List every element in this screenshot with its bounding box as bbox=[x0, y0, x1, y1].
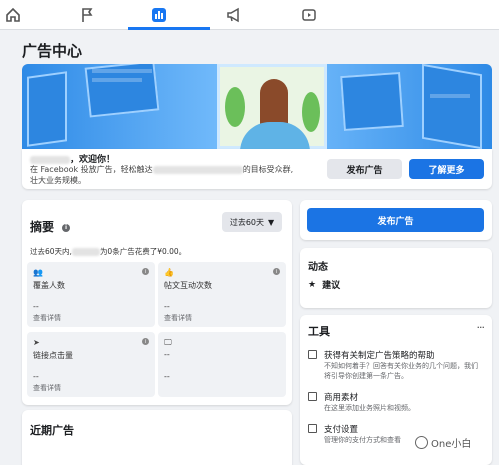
video-icon[interactable] bbox=[300, 6, 318, 24]
metric-value: -- bbox=[33, 372, 39, 381]
activity-title: 动态 bbox=[308, 262, 328, 273]
cursor-icon: ➤ bbox=[33, 338, 40, 347]
metric-label: 覆盖人数 bbox=[33, 281, 65, 290]
tool-desc: 不知如何着手？回答有关你业务的几个问题，我们将引导你创建第一条广告。 bbox=[324, 362, 478, 380]
watermark-logo-icon bbox=[415, 436, 428, 449]
info-icon[interactable]: i bbox=[273, 268, 280, 275]
recent-ads-card: 近期广告 bbox=[22, 410, 292, 465]
recent-ads-title: 近期广告 bbox=[30, 424, 74, 437]
summary-spend-text: 过去60天内, 为0条广告花费了¥0.00。 bbox=[30, 247, 187, 256]
suggestions-item[interactable]: ★ 建议 bbox=[308, 278, 340, 292]
metric-label: -- bbox=[164, 350, 170, 359]
more-options-icon[interactable]: ··· bbox=[477, 321, 485, 334]
metric-label: 帖文互动次数 bbox=[164, 281, 212, 290]
help-doc-icon bbox=[308, 350, 317, 359]
tool-name: 商用素材 bbox=[324, 393, 359, 403]
create-ad-card: 发布广告 bbox=[300, 200, 492, 240]
view-details-link[interactable]: 查看详情 bbox=[33, 383, 61, 393]
publish-ad-button[interactable]: 发布广告 bbox=[327, 159, 402, 179]
view-details-link[interactable]: 查看详情 bbox=[164, 313, 192, 323]
info-icon[interactable]: i bbox=[62, 223, 71, 232]
flag-icon[interactable] bbox=[78, 6, 96, 24]
metric-engagement: 👍 i 帖文互动次数 -- 查看详情 bbox=[158, 262, 286, 327]
view-details-link[interactable]: 查看详情 bbox=[33, 313, 61, 323]
metric-link-clicks: ➤ i 链接点击量 -- 查看详情 bbox=[27, 332, 155, 397]
tool-desc: 在这里添加业务照片和视频。 bbox=[324, 404, 415, 412]
monitor-icon: 🖵 bbox=[164, 338, 172, 347]
tools-title: 工具 bbox=[308, 325, 330, 338]
info-icon[interactable]: i bbox=[142, 338, 149, 345]
star-icon: ★ bbox=[308, 279, 317, 290]
summary-title: 摘要 i bbox=[30, 218, 71, 235]
watermark: One小白 bbox=[415, 435, 471, 450]
woman-illustration bbox=[217, 64, 327, 149]
welcome-text-line2: 壮大业务规模。 bbox=[30, 176, 86, 185]
active-tab-indicator bbox=[128, 27, 210, 30]
insights-icon[interactable] bbox=[150, 6, 168, 24]
learn-more-button[interactable]: 了解更多 bbox=[409, 159, 484, 179]
top-nav bbox=[0, 0, 499, 30]
home-icon[interactable] bbox=[4, 6, 22, 24]
media-icon bbox=[308, 392, 317, 401]
metric-value: -- bbox=[164, 302, 170, 311]
banner-illustration bbox=[22, 64, 492, 149]
metric-other: 🖵 -- -- bbox=[158, 332, 286, 397]
metric-value: -- bbox=[33, 302, 39, 311]
metric-label: 链接点击量 bbox=[33, 351, 73, 360]
date-range-dropdown[interactable]: 过去60天 ▼ bbox=[222, 212, 282, 232]
caret-down-icon: ▼ bbox=[268, 217, 275, 227]
card-icon bbox=[308, 424, 317, 433]
people-icon: 👥 bbox=[33, 268, 43, 277]
info-icon[interactable]: i bbox=[142, 268, 149, 275]
tool-name: 获得有关制定广告策略的帮助 bbox=[324, 351, 435, 361]
summary-card: 摘要 i 过去60天 ▼ 过去60天内, 为0条广告花费了¥0.00。 👥 i 覆盖人… bbox=[22, 200, 292, 405]
welcome-text: 在 Facebook 投放广告，轻松触达 的目标受众群, bbox=[30, 165, 294, 174]
metric-value: -- bbox=[164, 372, 170, 381]
activity-card: 动态 ★ 建议 bbox=[300, 248, 492, 308]
welcome-panel: ，欢迎你！ 在 Facebook 投放广告，轻松触达 的目标受众群, 壮大业务规模… bbox=[22, 149, 492, 189]
tool-name: 支付设置 bbox=[324, 425, 359, 435]
page-title: 广告中心 bbox=[22, 42, 83, 60]
thumbs-up-icon: 👍 bbox=[164, 268, 174, 277]
create-ad-button[interactable]: 发布广告 bbox=[307, 208, 484, 232]
megaphone-icon[interactable] bbox=[225, 6, 243, 24]
metric-reach: 👥 i 覆盖人数 -- 查看详情 bbox=[27, 262, 155, 327]
